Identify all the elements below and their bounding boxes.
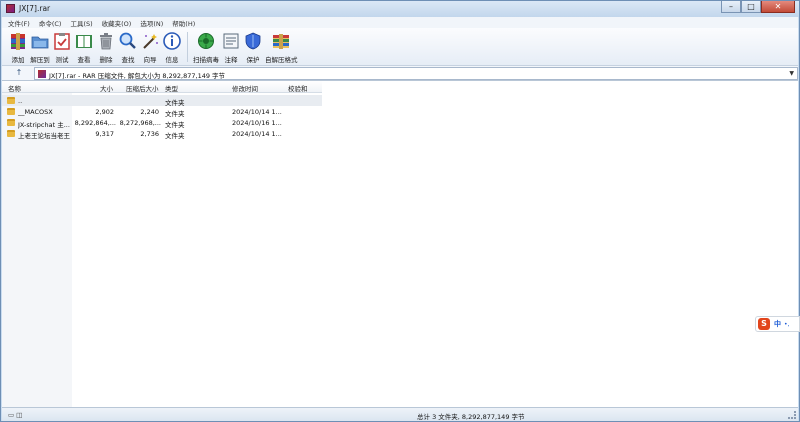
ime-mode-indicator[interactable]: 中 — [774, 319, 781, 329]
info-button[interactable]: 信息 — [162, 28, 182, 66]
column-header-name[interactable]: 名称 — [8, 83, 21, 93]
address-field[interactable]: JX[7].rar - RAR 压缩文件, 解包大小为 8,292,877,14… — [34, 67, 798, 80]
menu-commands[interactable]: 命令(C) — [39, 18, 62, 28]
test-clipboard-icon — [52, 31, 72, 51]
title-bar[interactable]: JX[7].rar – □ ✕ — [1, 1, 799, 17]
status-key-icon: ▭◫ — [8, 411, 25, 419]
ime-toolbar[interactable]: S 中 •, — [755, 316, 800, 332]
ime-logo-icon: S — [758, 318, 770, 330]
menu-favorites[interactable]: 收藏夹(O) — [102, 18, 132, 28]
folder-icon — [7, 130, 15, 137]
protect-button[interactable]: 保护 — [243, 28, 263, 66]
toolbar-separator — [187, 32, 188, 62]
info-icon — [162, 31, 182, 51]
list-item[interactable]: .. 文件夹 — [2, 95, 322, 107]
column-header-packed[interactable]: 压缩后大小 — [126, 83, 159, 93]
list-item[interactable]: __MACOSX 2,902 2,240 文件夹 2024/10/14 1... — [2, 106, 322, 118]
shield-icon — [243, 31, 263, 51]
column-header-type[interactable]: 类型 — [165, 83, 178, 93]
comment-button[interactable]: 注释 — [221, 28, 241, 66]
winrar-app-icon — [6, 4, 15, 13]
menu-help[interactable]: 帮助(H) — [172, 18, 195, 28]
menu-file[interactable]: 文件(F) — [8, 18, 30, 28]
up-folder-icon[interactable]: ↑ — [14, 68, 24, 78]
extract-to-button[interactable]: 解压到 — [30, 28, 50, 66]
delete-button[interactable]: 删除 — [96, 28, 116, 66]
address-bar: ↑ JX[7].rar - RAR 压缩文件, 解包大小为 8,292,877,… — [2, 66, 798, 81]
column-header-size[interactable]: 大小 — [100, 83, 113, 93]
minimize-button[interactable]: – — [721, 1, 741, 13]
resize-grip[interactable] — [788, 411, 796, 419]
column-header-modified[interactable]: 修改时间 — [232, 83, 258, 93]
view-book-icon — [74, 31, 94, 51]
wizard-button[interactable]: 向导 — [140, 28, 160, 66]
menu-bar: 文件(F) 命令(C) 工具(S) 收藏夹(O) 选项(N) 帮助(H) — [2, 17, 798, 28]
address-text: JX[7].rar - RAR 压缩文件, 解包大小为 8,292,877,14… — [49, 72, 226, 80]
magnifier-icon — [118, 31, 138, 51]
close-button[interactable]: ✕ — [761, 1, 795, 13]
column-header-crc[interactable]: 校验和 — [288, 83, 308, 93]
ime-punctuation-icon[interactable]: •, — [784, 321, 789, 328]
test-button[interactable]: 测试 — [52, 28, 72, 66]
dropdown-arrow-icon[interactable]: ▼ — [789, 70, 794, 77]
list-item[interactable]: JX-stripchat 主... 8,292,864,... 8,272,96… — [2, 117, 322, 129]
status-text: 总计 3 文件夹, 8,292,877,149 字节 — [417, 413, 525, 421]
sfx-button[interactable]: 自解压格式 — [265, 28, 298, 66]
list-item[interactable]: 上老王论坛当老王 9,317 2,736 文件夹 2024/10/14 1... — [2, 128, 322, 140]
find-button[interactable]: 查找 — [118, 28, 138, 66]
winrar-window: JX[7].rar – □ ✕ 文件(F) 命令(C) 工具(S) 收藏夹(O)… — [0, 0, 800, 422]
window-title: JX[7].rar — [19, 4, 51, 13]
name-column-background — [2, 93, 72, 407]
add-archive-icon — [8, 31, 28, 51]
sfx-archive-icon — [271, 31, 291, 51]
menu-tools[interactable]: 工具(S) — [70, 18, 92, 28]
view-button[interactable]: 查看 — [74, 28, 94, 66]
virus-scan-button[interactable]: 扫描病毒 — [193, 28, 219, 66]
trash-icon — [96, 31, 116, 51]
folder-icon — [7, 119, 15, 126]
list-header: 名称 大小 压缩后大小 类型 修改时间 校验和 — [2, 81, 322, 93]
wizard-wand-icon — [140, 31, 160, 51]
rar-file-icon — [38, 70, 46, 78]
file-list[interactable]: 名称 大小 压缩后大小 类型 修改时间 校验和 .. 文件夹 __MACOSX … — [2, 81, 798, 407]
maximize-button[interactable]: □ — [741, 1, 761, 13]
add-button[interactable]: 添加 — [8, 28, 28, 66]
toolbar: 添加 解压到 测试 查看 删除 查找 向导 信息 扫描病毒 注释 保护 自解压格… — [2, 28, 798, 66]
window-controls: – □ ✕ — [721, 1, 795, 15]
menu-options[interactable]: 选项(N) — [140, 18, 163, 28]
extract-folder-icon — [30, 31, 50, 51]
status-bar: ▭◫ 总计 3 文件夹, 8,292,877,149 字节 — [2, 407, 798, 421]
virus-scan-icon — [196, 31, 216, 51]
folder-icon — [7, 97, 15, 104]
comment-icon — [221, 31, 241, 51]
folder-icon — [7, 108, 15, 115]
